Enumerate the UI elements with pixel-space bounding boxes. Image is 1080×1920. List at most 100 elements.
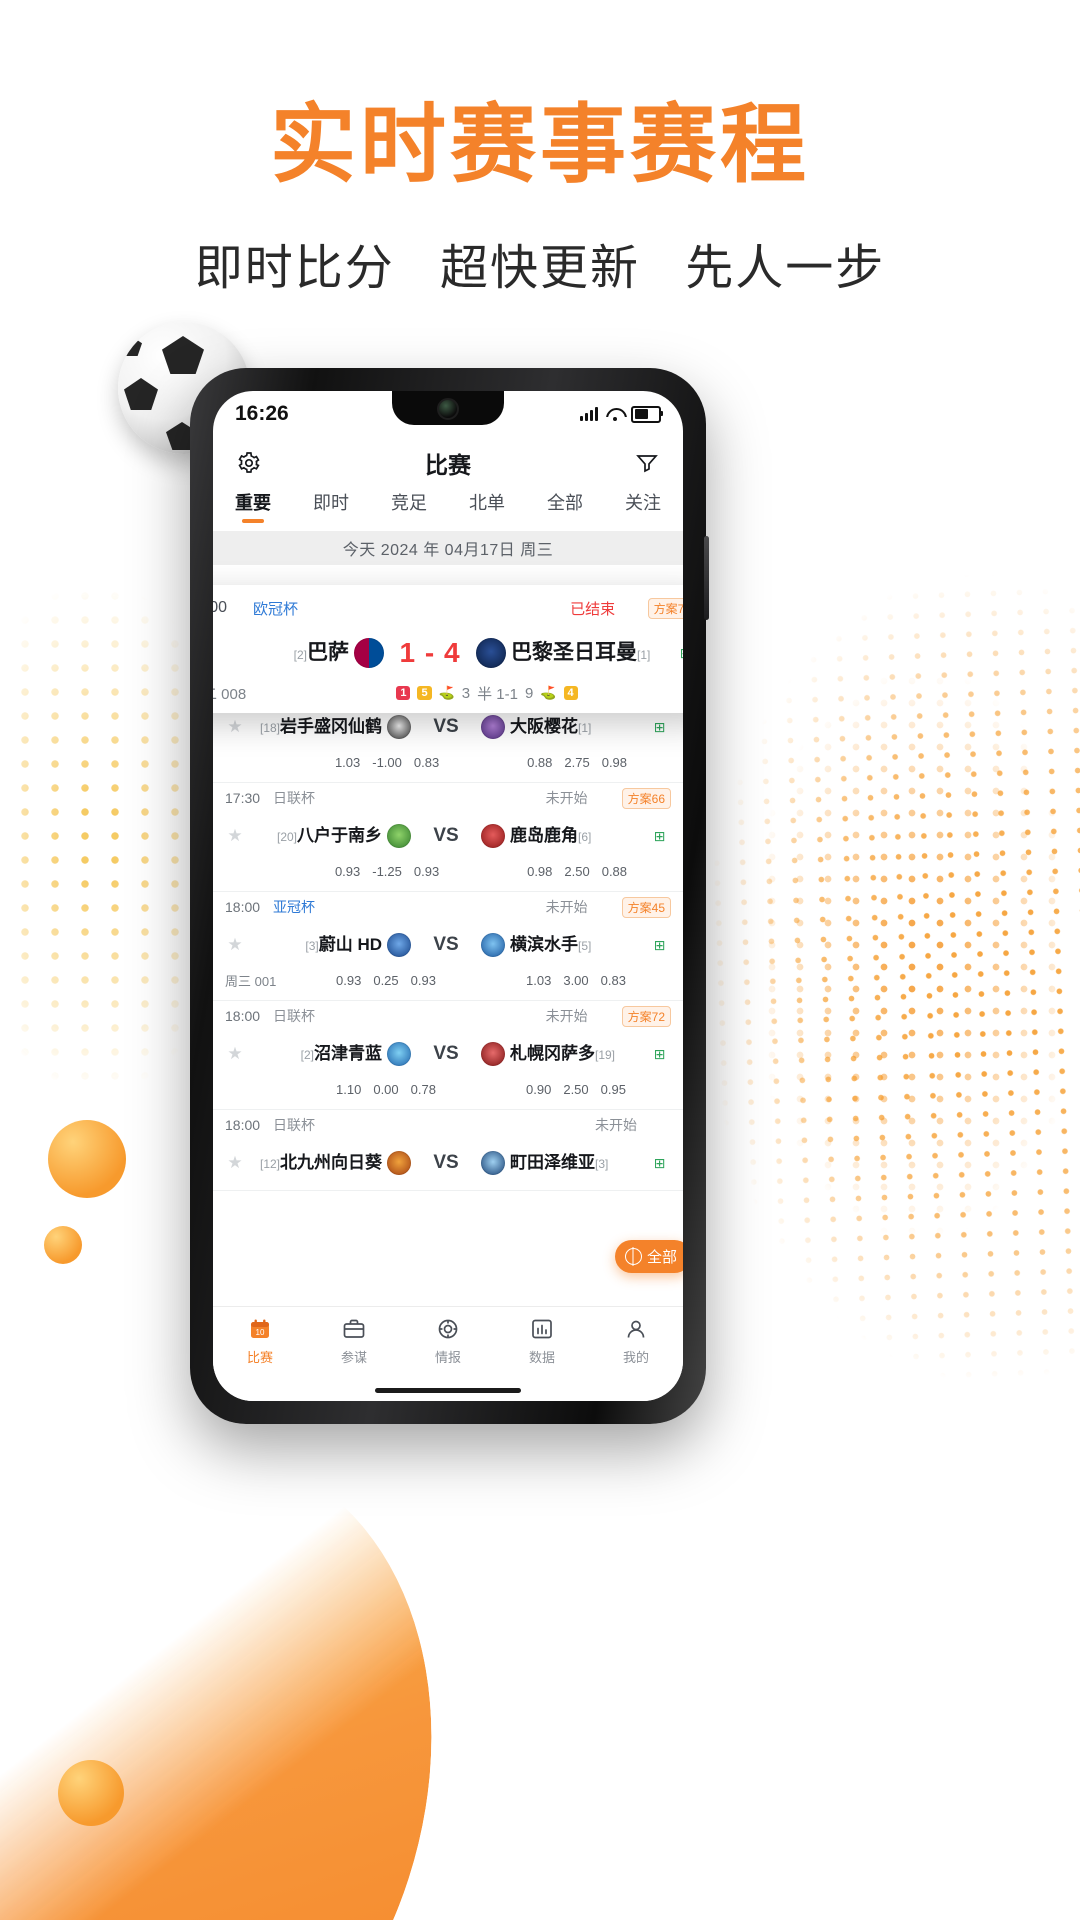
match-league: 日联杯 xyxy=(273,1117,315,1133)
away-team-crest xyxy=(481,824,505,848)
bottom-tab-bar: 10 比赛 参谋 情报 数据 我的 xyxy=(213,1306,683,1401)
bottom-tab-matches[interactable]: 10 比赛 xyxy=(213,1315,307,1366)
home-team: [12]北九州向日葵 xyxy=(245,1151,411,1175)
match-number: 周三 001 xyxy=(225,973,277,989)
bottom-tab-label: 数据 xyxy=(528,1350,555,1365)
corner-flag-icon: ⛳ xyxy=(438,685,455,700)
bottom-tab-mine[interactable]: 我的 xyxy=(589,1315,683,1366)
odd-6: 0.98 xyxy=(601,754,628,770)
away-team: 札幌冈萨多[19] xyxy=(481,1042,647,1066)
favorite-star-icon[interactable]: ★ xyxy=(225,717,245,737)
odds-group[interactable]: 1.03 -1.00 0.83 0.88 2.75 0.98 xyxy=(291,755,671,770)
corner-count-home: 3 xyxy=(461,684,471,702)
bottom-tab-intel[interactable]: 情报 xyxy=(401,1315,495,1366)
yellow-card-badge: 5 xyxy=(417,686,432,700)
odds-icon[interactable]: ⊞ xyxy=(647,1046,671,1063)
odds-icon[interactable]: ⊞ xyxy=(673,645,683,662)
home-team-crest xyxy=(387,824,411,848)
table-row[interactable]: 17:30 日联杯 未开始 方案66 ★ [20]八户于南乡 VS 鹿岛鹿角[6… xyxy=(213,783,683,892)
user-icon xyxy=(622,1315,650,1343)
float-all-label: 全部 xyxy=(646,1249,677,1266)
filter-icon[interactable] xyxy=(633,449,661,477)
highlight-league: 欧冠杯 xyxy=(253,600,299,618)
bottom-tab-label: 参谋 xyxy=(340,1350,367,1365)
home-team-name: [20]八户于南乡 xyxy=(276,825,382,845)
odd-2: 0.25 xyxy=(373,972,399,988)
tab-zhongyao[interactable]: 重要 xyxy=(235,489,271,523)
odd-5: 2.50 xyxy=(563,1081,589,1097)
table-row[interactable]: 18:00 亚冠杯 未开始 方案45 ★ [3]蔚山 HD VS 横滨水手[5] xyxy=(213,892,683,1001)
away-team-name: 鹿岛鹿角[6] xyxy=(510,825,592,845)
match-odds: 周三 001 0.93 0.25 0.93 1.03 3.00 0.83 xyxy=(213,968,683,996)
tab-jingzu[interactable]: 竞足 xyxy=(391,489,427,523)
plan-badge[interactable]: 方案72 xyxy=(621,1005,671,1027)
home-team: [2]巴萨 xyxy=(213,638,384,668)
home-team: [18]岩手盛冈仙鹤 xyxy=(245,715,411,739)
status-time: 16:26 xyxy=(235,402,289,425)
tab-jishi[interactable]: 即时 xyxy=(313,489,349,523)
match-score: VS xyxy=(433,1043,459,1064)
tab-quanbu[interactable]: 全部 xyxy=(547,489,583,523)
plan-badge[interactable]: 方案66 xyxy=(621,787,671,809)
wifi-icon xyxy=(606,408,623,421)
away-team-crest xyxy=(476,638,506,668)
odds-group[interactable]: 0.93 0.25 0.93 1.03 3.00 0.83 xyxy=(291,973,671,988)
match-odds: 1.10 0.00 0.78 0.90 2.50 0.95 xyxy=(213,1077,683,1105)
halftime-score: 半 1-1 xyxy=(477,685,518,703)
odd-4: 0.98 xyxy=(527,863,553,879)
nav-tabs: 重要 即时 竞足 北单 全部 关注 xyxy=(213,489,683,531)
match-time: 18:00 xyxy=(225,1117,261,1133)
favorite-star-icon[interactable]: ★ xyxy=(225,826,245,846)
match-status: 未开始 xyxy=(545,899,588,915)
odd-4: 0.88 xyxy=(527,754,553,770)
battery-icon xyxy=(631,405,663,423)
app-header: 比赛 xyxy=(213,437,683,489)
favorite-star-icon[interactable]: ★ xyxy=(225,1044,245,1064)
match-status: 未开始 xyxy=(545,790,588,806)
bottom-tab-data[interactable]: 数据 xyxy=(495,1315,589,1366)
page-title: 比赛 xyxy=(425,452,471,478)
plan-badge[interactable]: 方案72 xyxy=(647,597,683,619)
match-score: VS xyxy=(433,934,459,955)
svg-text:10: 10 xyxy=(256,1328,265,1337)
tab-guanzhu[interactable]: 关注 xyxy=(625,489,661,523)
float-all-button[interactable]: 全部 xyxy=(614,1240,683,1273)
odds-icon[interactable]: ⊞ xyxy=(647,828,671,845)
odds-icon[interactable]: ⊞ xyxy=(647,719,671,736)
highlight-match-card[interactable]: 03:00 欧冠杯 已结束 方案72 [2]巴萨 1 - 4 巴黎圣日耳曼[1]… xyxy=(213,585,683,713)
table-row[interactable]: 18:00 日联杯 未开始 ★ [12]北九州向日葵 VS 町田泽维亚[3] ⊞ xyxy=(213,1110,683,1191)
home-team-name: [2]沼津青蓝 xyxy=(300,1043,382,1063)
odd-6: 0.88 xyxy=(601,863,628,879)
gear-icon[interactable] xyxy=(235,449,263,477)
plan-badge[interactable]: 方案45 xyxy=(621,896,671,918)
away-team-crest xyxy=(481,1151,505,1175)
home-team: [3]蔚山 HD xyxy=(245,933,411,957)
away-team-crest xyxy=(481,1042,505,1066)
highlight-stats: 周二 008 1 5 ⛳ 3 半 1-1 9 ⛳ 4 xyxy=(213,681,683,709)
favorite-star-icon[interactable]: ★ xyxy=(225,1153,245,1173)
odds-group[interactable]: 1.10 0.00 0.78 0.90 2.50 0.95 xyxy=(291,1082,671,1097)
table-row[interactable]: 18:00 日联杯 未开始 方案72 ★ [2]沼津青蓝 VS 札幌冈萨多[19… xyxy=(213,1001,683,1110)
tab-beidan[interactable]: 北单 xyxy=(469,489,505,523)
odd-3: 0.93 xyxy=(413,863,440,879)
date-bar[interactable]: 今天 2024 年 04月17日 周三 xyxy=(213,531,683,565)
bottom-tab-advisor[interactable]: 参谋 xyxy=(307,1315,401,1366)
match-league: 日联杯 xyxy=(273,1008,315,1024)
corner-count-away: 9 xyxy=(524,684,534,702)
away-team: 横滨水手[5] xyxy=(481,933,647,957)
briefcase-icon xyxy=(340,1315,368,1343)
globe-icon xyxy=(624,1248,642,1265)
bottom-tab-label: 比赛 xyxy=(246,1350,273,1365)
match-odds: 1.03 -1.00 0.83 0.88 2.75 0.98 xyxy=(213,750,683,778)
subhead-part-1: 即时比分 xyxy=(194,240,395,296)
match-status: 未开始 xyxy=(595,1117,637,1133)
camera-notch xyxy=(392,391,504,425)
odds-icon[interactable]: ⊞ xyxy=(647,1155,671,1172)
orange-swoosh-shape xyxy=(0,1357,536,1920)
odd-2: -1.00 xyxy=(372,754,402,770)
odds-icon[interactable]: ⊞ xyxy=(647,937,671,954)
away-team-name: 町田泽维亚[3] xyxy=(510,1152,609,1172)
favorite-star-icon[interactable]: ★ xyxy=(225,935,245,955)
odds-group[interactable]: 0.93 -1.25 0.93 0.98 2.50 0.88 xyxy=(291,864,671,879)
match-header: 18:00 日联杯 未开始 xyxy=(213,1110,683,1140)
